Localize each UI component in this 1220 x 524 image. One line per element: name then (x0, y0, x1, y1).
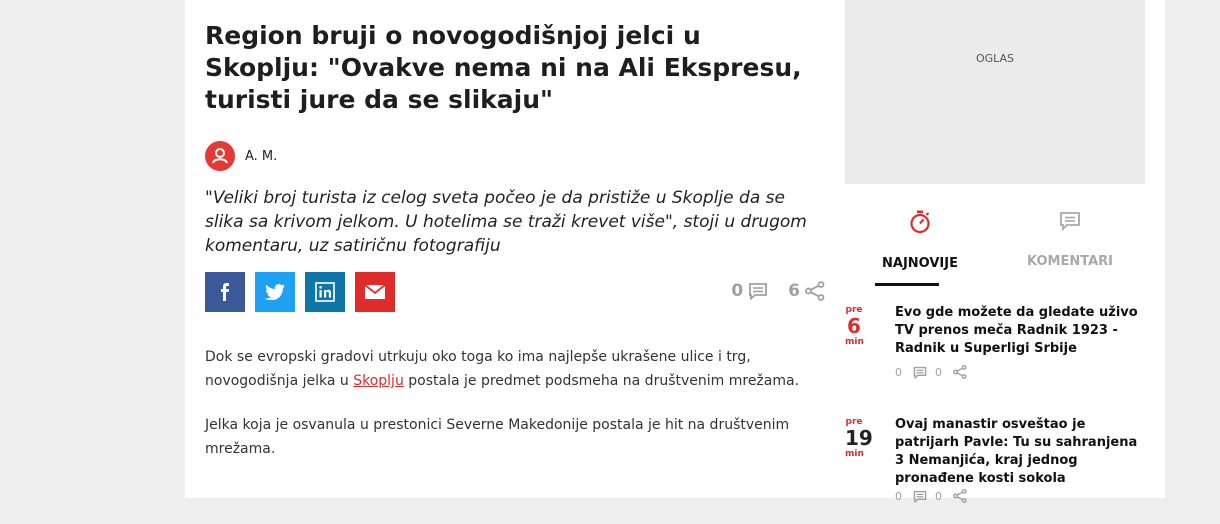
skoplje-link[interactable]: Skoplju (353, 373, 404, 389)
sidebar: OGLAS NAJNOVIJE KOMENTARI pre 6 min Evo … (845, 0, 1165, 503)
author-avatar-icon (205, 141, 235, 171)
share-icon (953, 365, 967, 379)
news-title[interactable]: Ovaj manastir osveštao je patrijarh Pavl… (895, 416, 1145, 488)
share-twitter-button[interactable] (255, 272, 295, 312)
article-main: Region bruji o novogodišnjoj jelci u Sko… (185, 0, 845, 498)
paragraph-text: postala je predmet podsmeha na društveni… (403, 373, 800, 389)
share-facebook-button[interactable] (205, 272, 245, 312)
comment-count: 0 (731, 281, 744, 301)
tab-label: KOMENTARI (1026, 254, 1113, 269)
news-comment-counter[interactable]: 0 (895, 366, 927, 379)
comment-icon (749, 283, 768, 300)
tab-najnovije[interactable]: NAJNOVIJE (845, 210, 995, 271)
news-share-count: 0 (935, 489, 942, 503)
sidebar-tabs: NAJNOVIJE KOMENTARI (845, 184, 1145, 289)
list-item[interactable]: pre 19 min Ovaj manastir osveštao je pat… (845, 412, 1155, 524)
author-name[interactable]: A. M. (245, 149, 277, 164)
news-title[interactable]: Evo gde možete da gledate uživo TV preno… (895, 304, 1145, 358)
tab-komentari[interactable]: KOMENTARI (995, 210, 1145, 269)
email-icon (365, 285, 385, 299)
article-lead: "Veliki broj turista iz celog sveta poče… (205, 188, 807, 256)
stopwatch-icon (910, 210, 930, 234)
news-comment-count: 0 (895, 489, 902, 503)
news-time: pre 6 min (845, 304, 864, 348)
share-buttons (205, 272, 405, 312)
news-comment-count: 0 (895, 365, 902, 379)
share-icon (805, 281, 825, 301)
share-icon (953, 489, 967, 503)
news-time: pre 19 min (845, 416, 873, 460)
active-tab-indicator (875, 283, 939, 286)
news-share-counter[interactable]: 0 (935, 489, 967, 503)
article-paragraph: Dok se evropski gradovi utrkuju oko toga… (205, 345, 805, 393)
news-comment-counter[interactable]: 0 (895, 490, 927, 503)
article-title: Region bruji o novogodišnjoj jelci u Sko… (205, 21, 802, 114)
comment-icon (1060, 212, 1080, 232)
share-linkedin-button[interactable] (305, 272, 345, 312)
tab-label: NAJNOVIJE (882, 256, 958, 271)
linkedin-icon (315, 282, 335, 302)
ad-label: OGLAS (975, 52, 1015, 65)
facebook-icon (221, 283, 229, 301)
news-meta: 0 0 (895, 489, 975, 503)
comment-counter[interactable]: 0 (731, 281, 768, 301)
news-share-counter[interactable]: 0 (935, 365, 967, 379)
share-email-button[interactable] (355, 272, 395, 312)
ad-slot[interactable]: OGLAS (845, 0, 1145, 184)
list-item[interactable]: pre 6 min Evo gde možete da gledate uživ… (845, 300, 1155, 412)
article-body: Dok se evropski gradovi utrkuju oko toga… (205, 345, 805, 481)
author-block[interactable]: A. M. (205, 141, 277, 171)
time-value: 6 (847, 314, 861, 338)
article-counters: 0 6 (711, 281, 825, 301)
time-unit: min (845, 449, 864, 459)
share-counter[interactable]: 6 (788, 281, 825, 301)
news-share-count: 0 (935, 365, 942, 379)
news-meta: 0 0 (895, 365, 975, 379)
time-unit: min (845, 337, 864, 347)
comment-icon (913, 366, 927, 379)
share-count: 6 (788, 281, 800, 301)
article-paragraph: Jelka koja je osvanula u prestonici Seve… (205, 417, 790, 457)
time-value: 19 (845, 426, 873, 450)
news-list: pre 6 min Evo gde možete da gledate uživ… (845, 300, 1155, 524)
twitter-icon (265, 284, 285, 300)
comment-icon (913, 490, 927, 503)
